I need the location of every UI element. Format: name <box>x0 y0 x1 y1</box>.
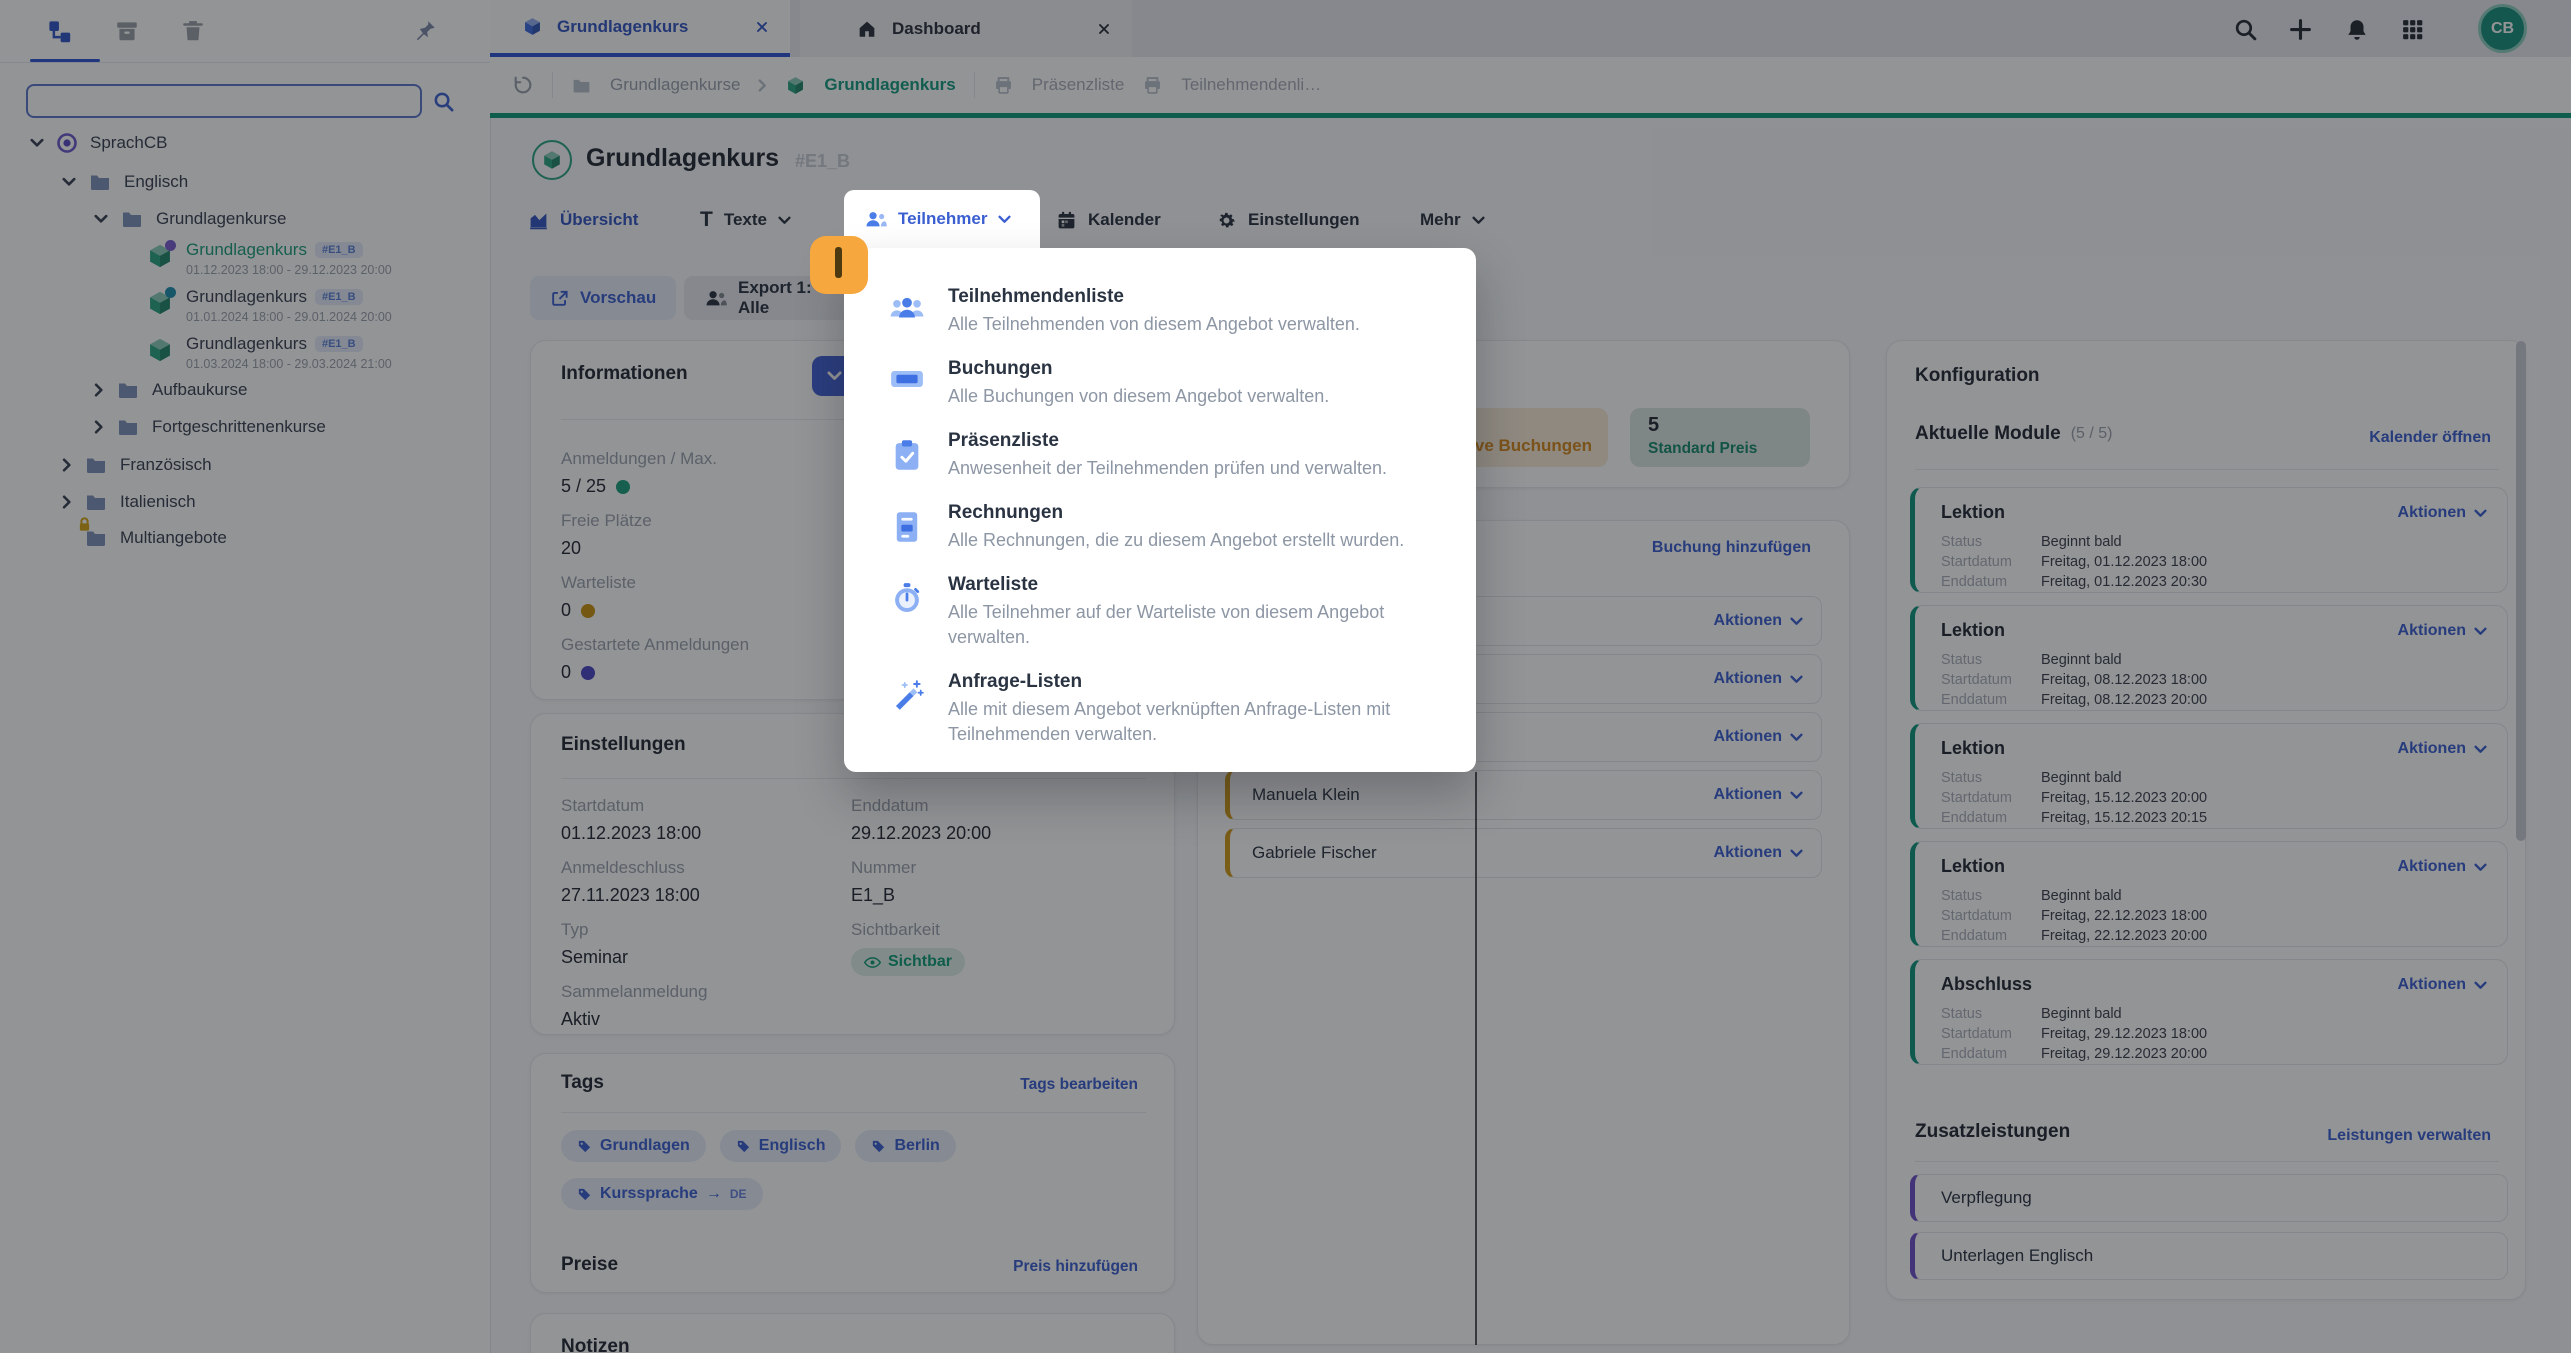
clipboard-check-icon <box>892 438 922 472</box>
menu-item-title: Präsenzliste <box>948 430 1387 452</box>
menu-item-desc: Alle Teilnehmenden von diesem Angebot ve… <box>948 312 1360 337</box>
menu-item-desc: Anwesenheit der Teilnehmenden prüfen und… <box>948 456 1387 481</box>
people-icon <box>864 210 887 228</box>
menu-item-title: Buchungen <box>948 358 1329 380</box>
menu-item-desc: Alle mit diesem Angebot verknüpften Anfr… <box>948 697 1442 747</box>
cursor-marker <box>810 236 868 294</box>
menu-item-buchungen[interactable]: Buchungen Alle Buchungen von diesem Angeb… <box>884 358 1442 409</box>
stopwatch-icon <box>892 582 922 616</box>
menu-item-teilnehmendenliste[interactable]: Teilnehmendenliste Alle Teilnehmenden von… <box>884 286 1442 337</box>
menu-item-praesenzliste[interactable]: Präsenzliste Anwesenheit der Teilnehmende… <box>884 430 1442 481</box>
menu-item-title: Teilnehmendenliste <box>948 286 1360 308</box>
divider-line <box>1475 772 1477 1345</box>
invoice-icon <box>892 510 922 544</box>
menu-item-title: Rechnungen <box>948 502 1404 524</box>
menu-item-title: Warteliste <box>948 574 1442 596</box>
cursor-bar <box>835 247 842 278</box>
menu-item-title: Anfrage-Listen <box>948 671 1442 693</box>
people-group-icon <box>889 294 925 322</box>
tab-label: Teilnehmer <box>898 209 987 229</box>
wand-icon <box>891 679 924 712</box>
menu-item-desc: Alle Buchungen von diesem Angebot verwal… <box>948 384 1329 409</box>
menu-item-anfrage-listen[interactable]: Anfrage-Listen Alle mit diesem Angebot ve… <box>884 671 1442 747</box>
menu-item-warteliste[interactable]: Warteliste Alle Teilnehmer auf der Wartel… <box>884 574 1442 650</box>
app-root: SprachCB Englisch Grundlagenkurse Grundl… <box>0 0 2571 1353</box>
ticket-icon <box>889 366 925 392</box>
menu-item-rechnungen[interactable]: Rechnungen Alle Rechnungen, die zu diesem… <box>884 502 1442 553</box>
chevron-down-icon <box>998 215 1011 224</box>
menu-item-desc: Alle Rechnungen, die zu diesem Angebot e… <box>948 528 1404 553</box>
tab-teilnehmer[interactable]: Teilnehmer <box>844 190 1040 248</box>
teilnehmer-dropdown-menu: Teilnehmendenliste Alle Teilnehmenden von… <box>844 248 1476 772</box>
menu-item-desc: Alle Teilnehmer auf der Warteliste von d… <box>948 600 1442 650</box>
